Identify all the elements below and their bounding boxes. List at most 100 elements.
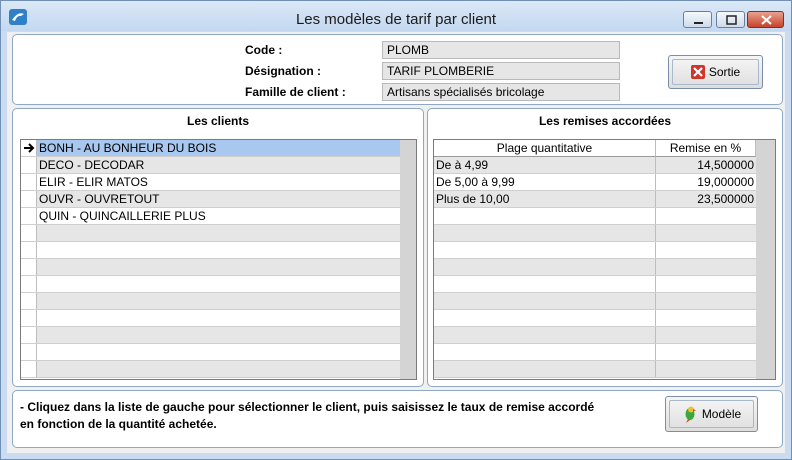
row-indicator <box>21 310 37 326</box>
discount-cell[interactable] <box>656 327 756 343</box>
client-name-cell <box>37 242 400 258</box>
table-row[interactable] <box>21 225 400 242</box>
row-indicator <box>21 225 37 241</box>
row-indicator <box>21 276 37 292</box>
window-title: Les modèles de tarif par client <box>295 11 497 28</box>
parrot-icon <box>685 406 696 423</box>
exit-button-face: Sortie <box>672 59 759 85</box>
discount-cell[interactable]: 14,500000 <box>656 157 756 173</box>
clients-grid[interactable]: BONH - AU BONHEUR DU BOIS DECO - DECODAR E… <box>20 139 417 380</box>
table-row[interactable] <box>21 276 400 293</box>
table-row[interactable] <box>434 310 756 327</box>
table-row[interactable] <box>434 361 756 378</box>
help-text: - Cliquez dans la liste de gauche pour s… <box>20 399 640 433</box>
row-indicator <box>21 208 37 224</box>
window-body: Code : PLOMB Désignation : TARIF PLOMBER… <box>7 32 785 453</box>
table-row[interactable] <box>434 225 756 242</box>
client-name-cell: BONH - AU BONHEUR DU BOIS <box>37 140 400 156</box>
discount-cell[interactable] <box>656 344 756 360</box>
table-row[interactable]: Plus de 10,00 23,500000 <box>434 191 756 208</box>
discount-cell[interactable]: 19,000000 <box>656 174 756 190</box>
footer-panel: - Cliquez dans la liste de gauche pour s… <box>12 390 783 448</box>
client-name-cell <box>37 310 400 326</box>
minimize-button[interactable] <box>683 11 712 28</box>
table-row[interactable]: De 5,00 à 9,99 19,000000 <box>434 174 756 191</box>
discount-cell[interactable] <box>656 293 756 309</box>
client-name-cell <box>37 344 400 360</box>
table-row[interactable] <box>21 327 400 344</box>
table-row[interactable] <box>434 259 756 276</box>
help-line-1: - Cliquez dans la liste de gauche pour s… <box>20 400 595 414</box>
designation-field[interactable]: TARIF PLOMBERIE <box>382 62 620 80</box>
family-field[interactable]: Artisans spécialisés bricolage <box>382 83 620 101</box>
minimize-icon <box>694 22 703 24</box>
clients-scroll-area[interactable] <box>400 140 416 379</box>
discounts-scroll-area[interactable] <box>756 140 775 379</box>
table-row[interactable]: QUIN - QUINCAILLERIE PLUS <box>21 208 400 225</box>
row-indicator <box>21 293 37 309</box>
maximize-button[interactable] <box>716 11 745 28</box>
code-field[interactable]: PLOMB <box>382 41 620 59</box>
table-row[interactable]: BONH - AU BONHEUR DU BOIS <box>21 140 400 157</box>
table-row[interactable] <box>21 293 400 310</box>
exit-button[interactable]: Sortie <box>668 55 763 89</box>
client-name-cell: QUIN - QUINCAILLERIE PLUS <box>39 209 206 223</box>
table-row[interactable]: OUVR - OUVRETOUT <box>21 191 400 208</box>
discount-cell[interactable] <box>656 208 756 224</box>
table-row[interactable] <box>21 361 400 378</box>
discount-cell[interactable]: 23,500000 <box>656 191 756 207</box>
col-header-range[interactable]: Plage quantitative <box>434 140 656 157</box>
family-label: Famille de client : <box>245 85 346 99</box>
row-indicator <box>21 191 37 207</box>
client-name-cell <box>37 361 400 377</box>
range-cell[interactable] <box>434 242 656 258</box>
col-header-discount[interactable]: Remise en % <box>656 140 756 157</box>
range-cell[interactable] <box>434 361 656 377</box>
table-row[interactable]: ELIR - ELIR MATOS <box>21 174 400 191</box>
close-window-button[interactable] <box>747 11 784 28</box>
row-indicator <box>21 361 37 377</box>
range-cell[interactable] <box>434 310 656 326</box>
discount-cell[interactable] <box>656 361 756 377</box>
title-bar[interactable]: Les modèles de tarif par client <box>1 1 791 31</box>
table-row[interactable] <box>434 242 756 259</box>
range-cell[interactable] <box>434 327 656 343</box>
range-cell[interactable] <box>434 293 656 309</box>
range-cell[interactable] <box>434 225 656 241</box>
discount-cell[interactable] <box>656 259 756 275</box>
row-indicator <box>21 157 37 173</box>
arrow-right-icon <box>24 143 35 153</box>
client-name-cell <box>37 327 400 343</box>
table-row[interactable]: DECO - DECODAR <box>21 157 400 174</box>
table-row[interactable]: De à 4,99 14,500000 <box>434 157 756 174</box>
clients-panel: Les clients BONH - AU BONHEUR DU BOIS DEC… <box>12 108 424 387</box>
discount-cell[interactable] <box>656 225 756 241</box>
table-row[interactable] <box>434 208 756 225</box>
table-row[interactable] <box>21 344 400 361</box>
table-row[interactable] <box>21 242 400 259</box>
discounts-title: Les remises accordées <box>538 114 672 128</box>
main-window: Les modèles de tarif par client Code : P… <box>0 0 792 460</box>
table-row[interactable] <box>434 293 756 310</box>
table-row[interactable] <box>21 259 400 276</box>
table-row[interactable] <box>434 327 756 344</box>
range-cell[interactable] <box>434 344 656 360</box>
table-row[interactable] <box>21 310 400 327</box>
model-button[interactable]: Modèle <box>665 396 758 432</box>
table-row[interactable] <box>434 344 756 361</box>
discounts-grid[interactable]: Plage quantitative Remise en % De à 4,99… <box>433 139 776 380</box>
code-label: Code : <box>245 43 283 57</box>
range-cell[interactable] <box>434 276 656 292</box>
range-cell[interactable] <box>434 208 656 224</box>
range-cell[interactable]: Plus de 10,00 <box>434 191 656 207</box>
designation-label: Désignation : <box>245 64 322 78</box>
table-row[interactable] <box>434 276 756 293</box>
discount-cell[interactable] <box>656 242 756 258</box>
row-indicator <box>21 259 37 275</box>
discount-cell[interactable] <box>656 310 756 326</box>
range-cell[interactable]: De à 4,99 <box>434 157 656 173</box>
client-name-cell: OUVR - OUVRETOUT <box>39 192 160 206</box>
range-cell[interactable] <box>434 259 656 275</box>
discount-cell[interactable] <box>656 276 756 292</box>
range-cell[interactable]: De 5,00 à 9,99 <box>434 174 656 190</box>
